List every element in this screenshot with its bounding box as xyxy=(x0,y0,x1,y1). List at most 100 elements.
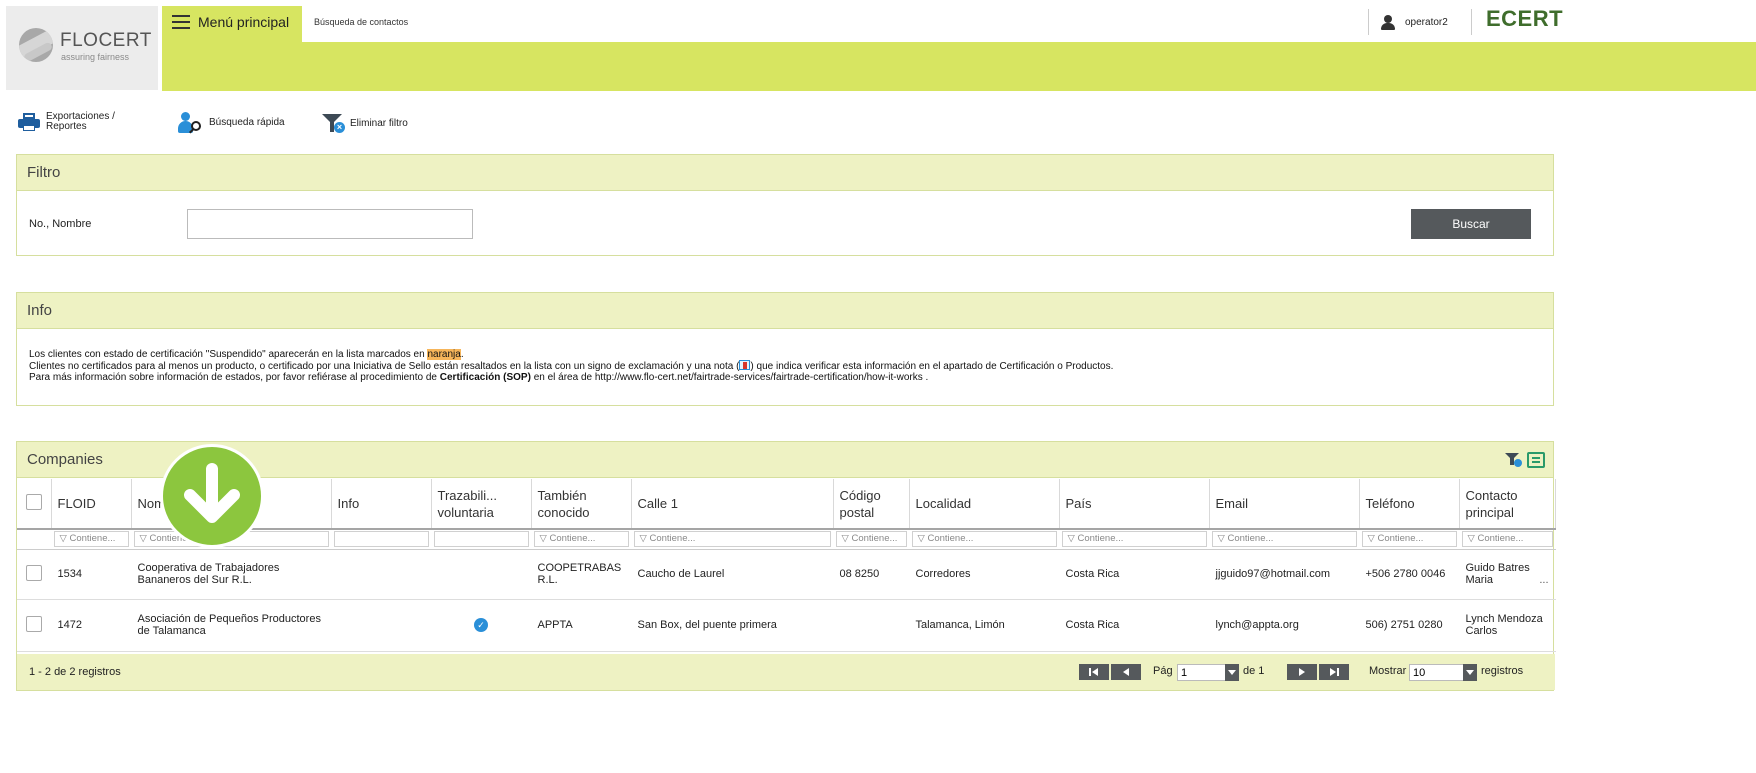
export-grid-icon[interactable] xyxy=(1527,452,1545,468)
info-line-2: Clientes no certificados para al menos u… xyxy=(29,360,1114,372)
search-button[interactable]: Buscar xyxy=(1411,209,1531,239)
page-label: Pág xyxy=(1153,665,1173,677)
col-main-contact[interactable]: Contacto principal xyxy=(1459,479,1556,530)
previous-page-button[interactable] xyxy=(1111,664,1141,680)
user-icon xyxy=(1381,14,1395,30)
cell-traceability: ✓ xyxy=(431,599,531,652)
col-locality[interactable]: Localidad xyxy=(909,479,1060,530)
floid-filter-input[interactable]: ▽ Contiene... xyxy=(53,531,129,548)
cell-traceability xyxy=(431,549,531,600)
phone-filter-input[interactable]: ▽ Contiene... xyxy=(1361,531,1457,548)
cell-contact: Lynch Mendoza Carlos xyxy=(1459,599,1555,652)
info-text: Los clientes con estado de certificación… xyxy=(17,329,1553,383)
col-country[interactable]: País xyxy=(1059,479,1210,530)
download-overlay-button[interactable] xyxy=(160,444,264,548)
email-filter-input[interactable]: ▽ Contiene... xyxy=(1211,531,1357,548)
header-green-bar xyxy=(162,42,1756,91)
street-filter-input[interactable]: ▽ Contiene... xyxy=(633,531,831,548)
exports-reports-button[interactable]: Exportaciones / Reportes xyxy=(18,112,115,132)
filter-panel-title: Filtro xyxy=(17,155,1553,191)
exports-label-line2: Reportes xyxy=(46,121,87,132)
quick-search-label: Búsqueda rápida xyxy=(209,117,285,128)
contact-filter-input[interactable]: ▽ Contiene... xyxy=(1461,531,1553,548)
flocert-logo-icon xyxy=(19,28,53,62)
cell-contact: Guido Batres Maria... xyxy=(1459,549,1555,600)
next-page-button[interactable] xyxy=(1287,664,1317,680)
cell-locality: Talamanca, Limón xyxy=(909,599,1059,652)
cell-country: Costa Rica xyxy=(1059,599,1209,652)
locality-filter-input[interactable]: ▽ Contiene... xyxy=(911,531,1057,548)
cell-floid: 1534 xyxy=(51,549,131,600)
select-all-cell xyxy=(17,479,52,530)
table-row[interactable]: 1472 Asociación de Pequeños Productores … xyxy=(17,599,1555,652)
logo-name: FLOCERT xyxy=(60,30,152,51)
info-panel-title: Info xyxy=(17,293,1553,329)
logo-tagline: assuring fairness xyxy=(61,52,130,62)
cell-name[interactable]: Cooperativa de Trabajadores Bananeros de… xyxy=(131,549,331,600)
cell-street: San Box, del puente primera xyxy=(631,599,833,652)
note-warning-icon xyxy=(739,360,751,370)
main-menu-button[interactable]: Menú principal xyxy=(162,6,302,42)
number-name-input[interactable] xyxy=(187,209,473,239)
clear-column-filters-icon[interactable] xyxy=(1505,452,1523,468)
cell-email: jjguido97@hotmail.com xyxy=(1209,549,1359,600)
page-size-dropdown-button[interactable] xyxy=(1463,664,1477,681)
breadcrumb-contact-search[interactable]: Búsqueda de contactos xyxy=(314,17,408,27)
printer-icon xyxy=(18,113,40,131)
col-traceability[interactable]: Trazabili... voluntaria xyxy=(431,479,532,530)
traceability-check-icon: ✓ xyxy=(474,618,488,632)
cell-also-known: APPTA xyxy=(531,599,631,652)
page-number-input[interactable] xyxy=(1177,664,1231,681)
col-floid[interactable]: FLOID xyxy=(51,479,132,530)
quick-search-button[interactable]: Búsqueda rápida xyxy=(178,112,285,134)
cell-phone: +506 2780 0046 xyxy=(1359,549,1459,600)
country-filter-input[interactable]: ▽ Contiene... xyxy=(1061,531,1207,548)
cell-country: Costa Rica xyxy=(1059,549,1209,600)
filter-panel: Filtro No., Nombre Buscar xyxy=(16,154,1554,256)
last-page-button[interactable] xyxy=(1319,664,1349,680)
user-menu[interactable]: operator2 xyxy=(1368,9,1472,35)
cell-also-known: COOPETRABAS R.L. xyxy=(531,549,631,600)
download-arrow-icon xyxy=(184,463,240,523)
suspended-color-sample: naranja xyxy=(427,349,461,360)
cell-street: Caucho de Laurel xyxy=(631,549,833,600)
cell-name[interactable]: Asociación de Pequeños Productores de Ta… xyxy=(131,599,331,652)
page-size-input[interactable] xyxy=(1409,664,1467,681)
person-search-icon xyxy=(178,112,204,134)
table-row[interactable]: 1534 Cooperativa de Trabajadores Bananer… xyxy=(17,549,1555,600)
cell-info xyxy=(331,549,431,600)
col-also-known[interactable]: También conocido xyxy=(531,479,632,530)
cell-phone: 506) 2751 0280 xyxy=(1359,599,1459,652)
flocert-logo[interactable]: FLOCERT assuring fairness xyxy=(6,6,158,90)
row-checkbox[interactable] xyxy=(26,615,42,632)
page-dropdown-button[interactable] xyxy=(1225,664,1239,681)
col-email[interactable]: Email xyxy=(1209,479,1360,530)
also-known-filter-input[interactable]: ▽ Contiene... xyxy=(533,531,629,548)
show-label: Mostrar xyxy=(1369,665,1407,677)
remove-filter-button[interactable]: × Eliminar filtro xyxy=(322,114,408,134)
page-total-label: de 1 xyxy=(1243,665,1265,677)
col-street[interactable]: Calle 1 xyxy=(631,479,834,530)
info-line-3: Para más información sobre información d… xyxy=(29,372,929,383)
col-info[interactable]: Info xyxy=(331,479,432,530)
contact-more-indicator: ... xyxy=(1539,574,1549,586)
postal-filter-input[interactable]: ▽ Contiene... xyxy=(835,531,907,548)
info-filter-input[interactable] xyxy=(333,531,429,548)
number-name-label: No., Nombre xyxy=(29,218,92,230)
info-panel: Info Los clientes con estado de certific… xyxy=(16,292,1554,406)
col-phone[interactable]: Teléfono xyxy=(1359,479,1460,530)
user-name: operator2 xyxy=(1405,16,1448,28)
record-count: 1 - 2 de 2 registros xyxy=(29,666,121,678)
cell-locality: Corredores xyxy=(909,549,1059,600)
records-label: registros xyxy=(1481,665,1524,677)
select-all-checkbox[interactable] xyxy=(26,493,42,510)
main-menu-label: Menú principal xyxy=(198,14,290,30)
hamburger-menu-icon xyxy=(172,15,190,33)
traceability-filter-input[interactable] xyxy=(433,531,529,548)
cell-postal: 08 8250 xyxy=(833,549,909,600)
row-checkbox[interactable] xyxy=(26,564,42,581)
cell-email: lynch@appta.org xyxy=(1209,599,1359,652)
first-page-button[interactable] xyxy=(1079,664,1109,680)
col-postal-code[interactable]: Código postal xyxy=(833,479,910,530)
pagination-bar: 1 - 2 de 2 registros Pág de 1 Mostrar re… xyxy=(17,654,1555,690)
